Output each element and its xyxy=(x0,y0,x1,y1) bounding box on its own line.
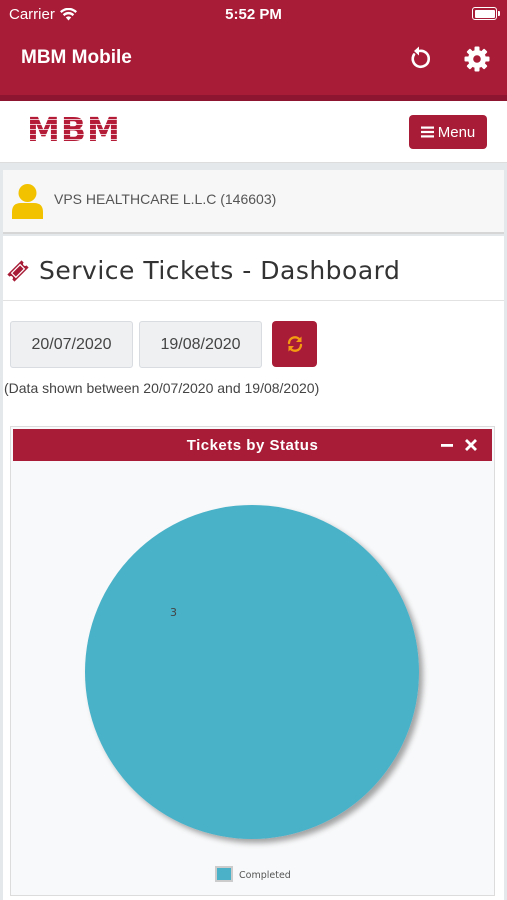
widget-title: Tickets by Status xyxy=(186,436,319,454)
menu-button[interactable]: Menu xyxy=(409,115,487,149)
app-header: Carrier 5:52 PM MBM Mobile xyxy=(0,0,507,101)
app-title: MBM Mobile xyxy=(21,47,132,68)
gear-icon xyxy=(464,46,490,72)
settings-button[interactable] xyxy=(463,45,491,73)
widget-header: Tickets by Status xyxy=(13,429,492,461)
date-to-input[interactable]: 19/08/2020 xyxy=(139,321,262,368)
refresh-icon xyxy=(411,46,431,69)
page-title: Service Tickets - Dashboard xyxy=(39,256,401,285)
page-heading: Service Tickets - Dashboard xyxy=(5,256,400,285)
refresh-data-button[interactable] xyxy=(272,321,317,367)
status-bar: Carrier 5:52 PM xyxy=(0,0,507,30)
legend-label: Completed xyxy=(239,870,291,881)
pie-slice-completed[interactable] xyxy=(85,505,419,839)
dashboard-card: Service Tickets - Dashboard 20/07/2020 1… xyxy=(3,236,504,900)
account-name: VPS HEALTHCARE L.L.C (146603) xyxy=(54,191,277,207)
minus-icon[interactable] xyxy=(440,435,454,455)
heading-divider xyxy=(3,300,504,301)
status-pie-chart: 3 Completed xyxy=(85,505,419,882)
brand-logo: MBM xyxy=(27,110,121,149)
ticket-icon xyxy=(7,259,29,282)
sync-icon xyxy=(287,336,302,352)
legend-swatch xyxy=(215,866,233,882)
account-card: VPS HEALTHCARE L.L.C (146603) xyxy=(3,170,504,234)
pie-data-label: 3 xyxy=(170,606,177,619)
close-icon[interactable] xyxy=(464,435,478,455)
menu-label: Menu xyxy=(437,123,476,141)
date-from-input[interactable]: 20/07/2020 xyxy=(10,321,133,368)
legend-item-completed[interactable]: Completed xyxy=(215,866,291,882)
refresh-button[interactable] xyxy=(405,45,433,73)
battery-icon xyxy=(472,7,500,20)
hamburger-icon xyxy=(420,126,434,138)
clock: 5:52 PM xyxy=(225,6,282,23)
date-range-text: (Data shown between 20/07/2020 and 19/08… xyxy=(4,380,320,396)
navbar: MBM Menu xyxy=(0,101,507,163)
user-icon xyxy=(12,184,43,219)
tickets-by-status-widget: Tickets by Status 3 Completed xyxy=(10,426,495,896)
